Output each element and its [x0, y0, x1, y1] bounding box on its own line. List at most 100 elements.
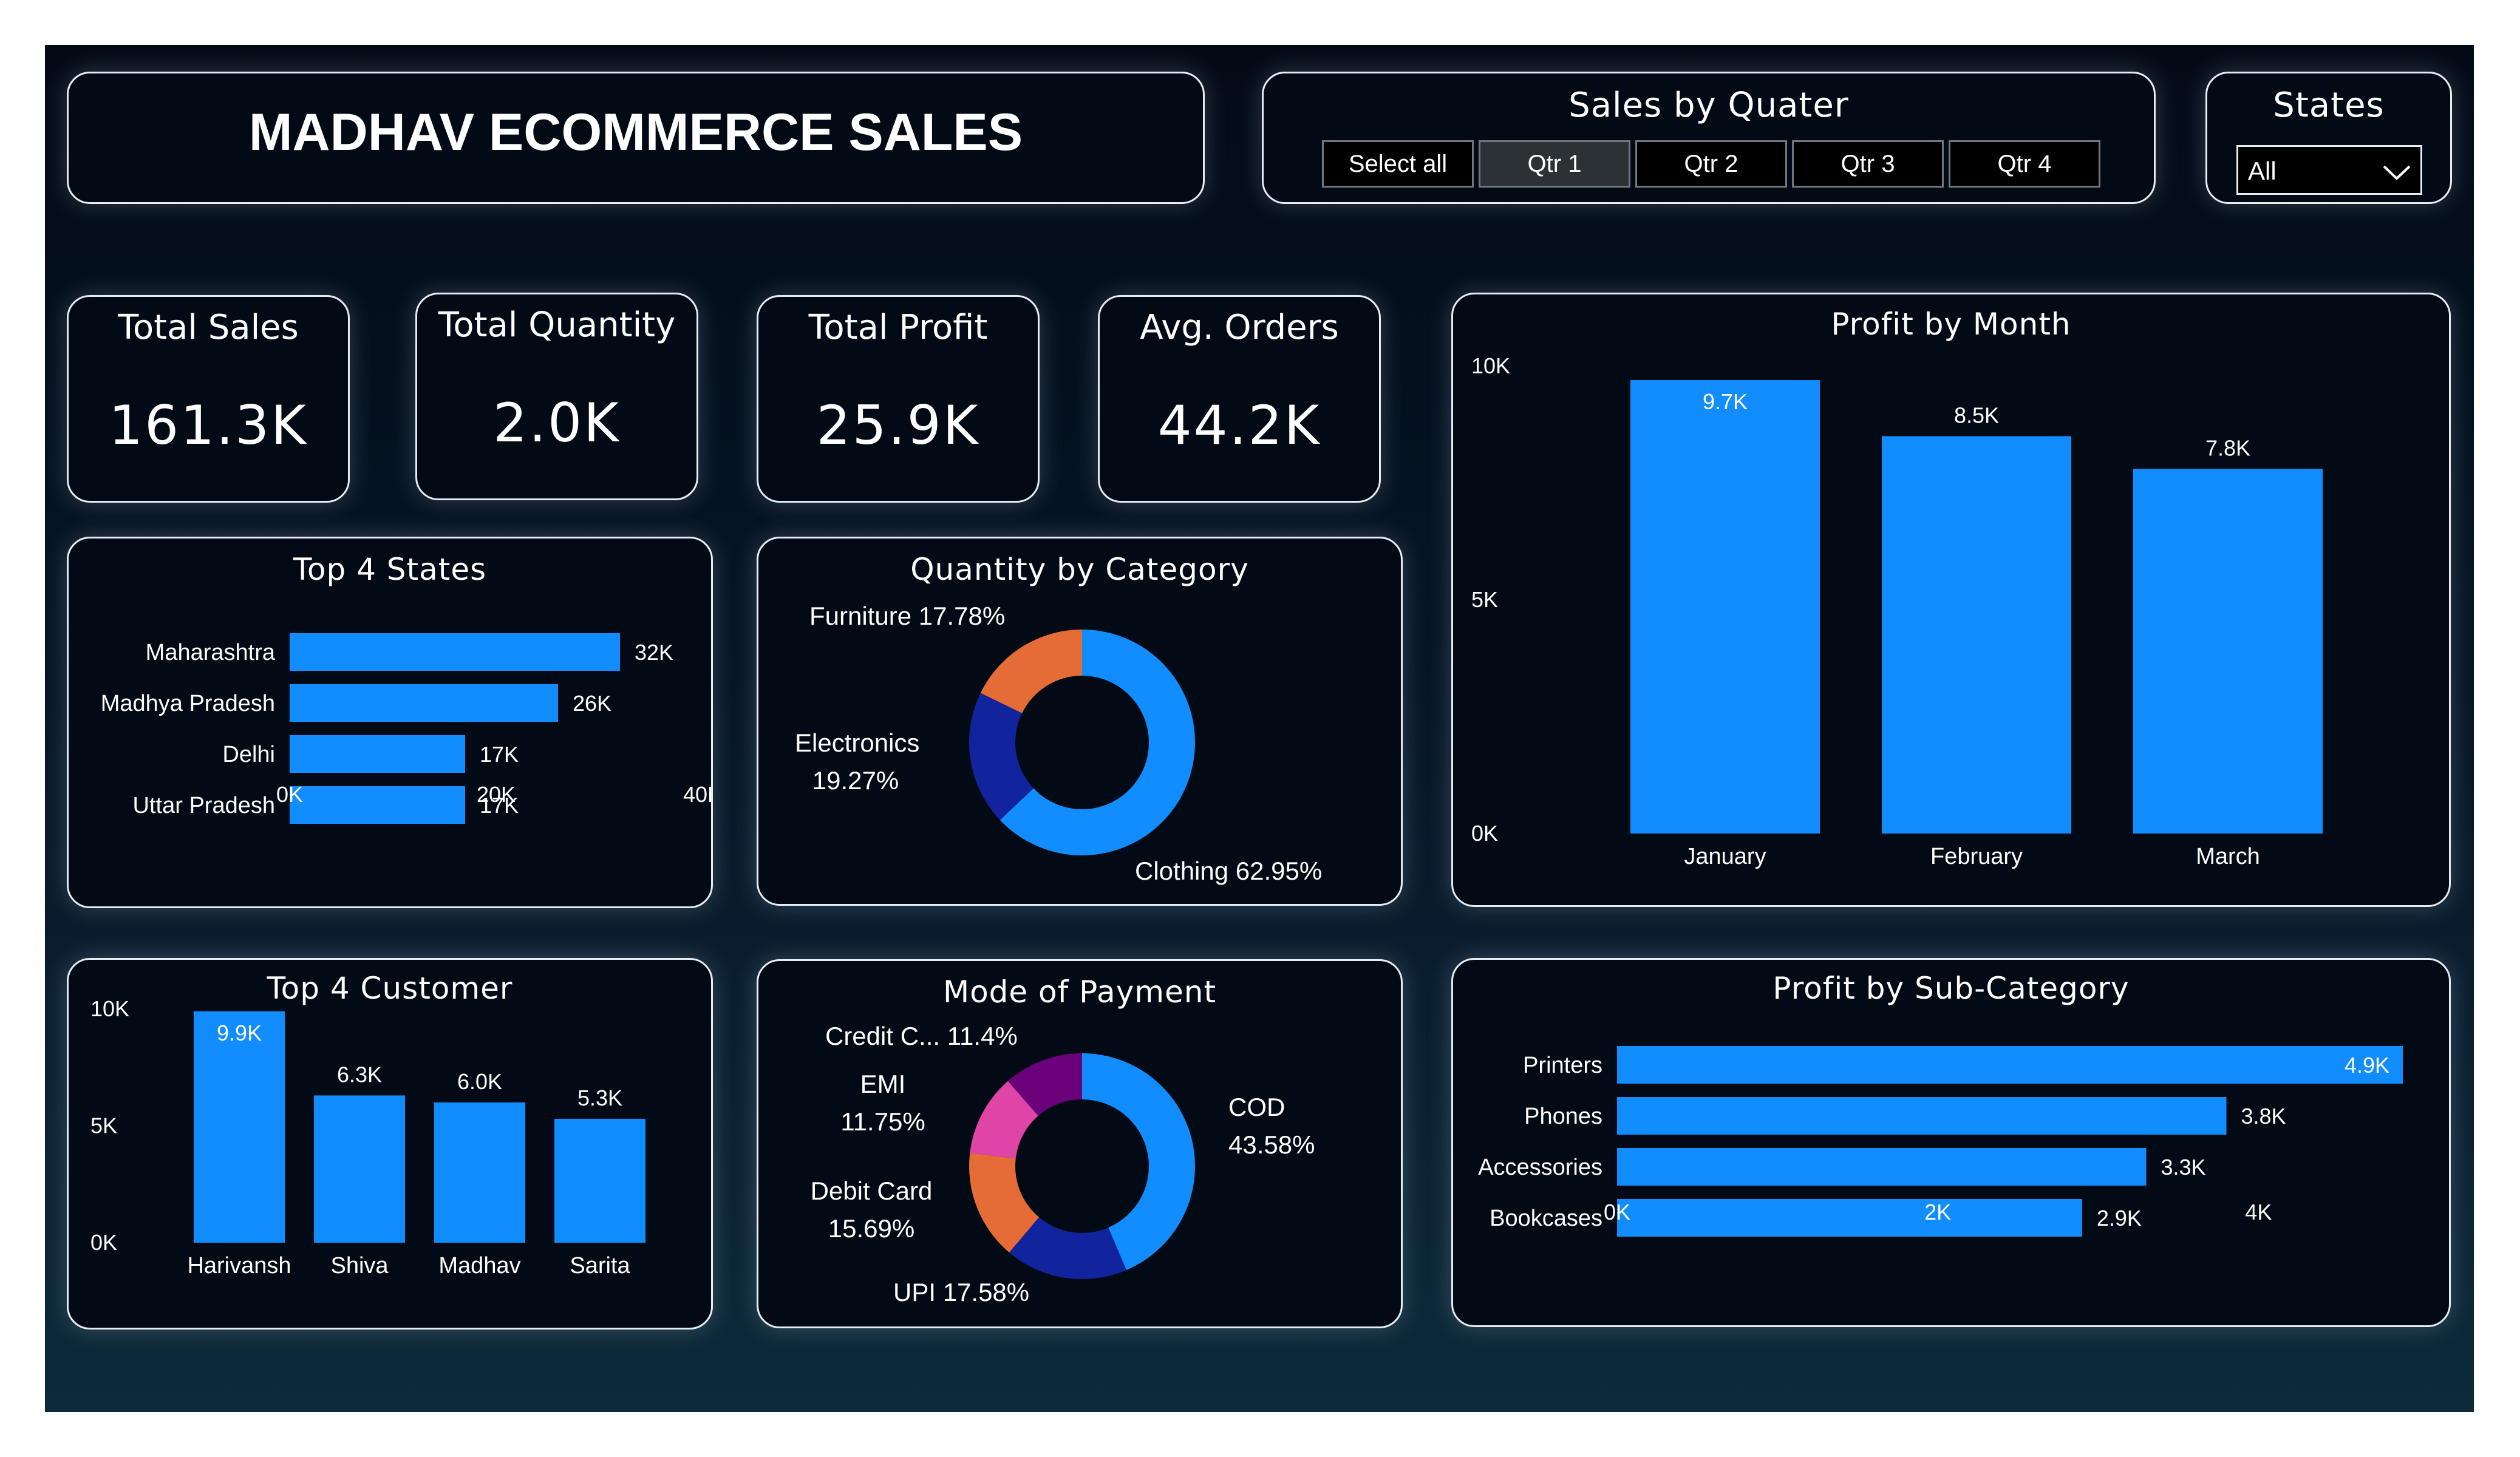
furniture-label: Furniture 17.78%	[809, 602, 1005, 631]
tick-label: 5K	[90, 1113, 117, 1138]
kpi-label: Total Quantity	[438, 305, 676, 345]
upi-label: UPI 17.58%	[893, 1278, 1029, 1307]
kpi-card-total-sales: Total Sales 161.3K	[67, 295, 350, 503]
bar[interactable]	[1630, 380, 1820, 834]
tick-label: 5K	[1471, 587, 1498, 612]
slice-label: Debit Card	[810, 1177, 933, 1205]
tick-label: 40K	[683, 782, 711, 807]
profit-subcategory-panel: Profit by Sub-Category Printers 4.9K Phone…	[1451, 958, 2451, 1327]
category-label: Delhi	[222, 742, 275, 767]
category-label: Accessories	[1478, 1155, 1602, 1180]
data-label: 8.5K	[1954, 403, 1999, 428]
clothing-label: Clothing 62.95%	[1135, 857, 1322, 886]
category-label: Harivansh	[187, 1253, 291, 1279]
tick-label: 0K	[276, 782, 303, 807]
states-dropdown[interactable]: All	[2236, 145, 2422, 195]
category-label: Madhav	[438, 1253, 520, 1279]
category-label: January	[1684, 844, 1766, 869]
states-slicer-title: States	[2273, 86, 2385, 125]
top-customer-panel: Top 4 Customer 0K 5K 10K 9.9K Harivansh 6.3K S…	[67, 958, 713, 1330]
data-label: 6.3K	[337, 1062, 382, 1087]
tick-label: 20K	[477, 782, 516, 807]
category-label: Maharashtra	[146, 640, 276, 665]
slice-pct: 17.78%	[918, 602, 1006, 630]
data-label: 3.8K	[2241, 1104, 2286, 1129]
cod-label: COD 43.58%	[1228, 1089, 1315, 1164]
slice-label: Electronics	[795, 728, 920, 757]
bar[interactable]	[1617, 1097, 2227, 1135]
bar[interactable]	[434, 1102, 525, 1243]
quarter-button-qtr4[interactable]: Qtr 4	[1949, 140, 2100, 188]
bar[interactable]	[314, 1095, 405, 1243]
data-label: 6.0K	[457, 1069, 502, 1094]
tick-label: 2K	[1924, 1200, 1951, 1224]
slice-pct: 11.4%	[947, 1022, 1018, 1050]
quarter-button-qtr3[interactable]: Qtr 3	[1792, 140, 1944, 188]
slice-label: Credit C...	[825, 1022, 941, 1050]
quantity-category-chart	[969, 630, 1195, 855]
bar[interactable]	[290, 633, 620, 671]
kpi-value: 161.3K	[109, 394, 308, 457]
slice-label: Clothing	[1135, 857, 1229, 885]
tick-label: 10K	[90, 1000, 129, 1021]
electronics-label: Electronics 19.27%	[795, 724, 920, 800]
kpi-label: Avg. Orders	[1140, 308, 1339, 347]
debit-card-label: Debit Card 15.69%	[799, 1172, 944, 1248]
quarter-button-qtr1[interactable]: Qtr 1	[1479, 140, 1630, 188]
dashboard-title: MADHAV ECOMMERCE SALES	[248, 103, 1023, 161]
profit-by-subcategory-chart: Printers 4.9K Phones 3.8K Accessories 3.3K Boo…	[1478, 1046, 2403, 1237]
category-label: Phones	[1524, 1104, 1602, 1129]
credit-card-label: Credit C... 11.4%	[825, 1022, 1018, 1051]
chevron-down-icon	[2383, 165, 2411, 180]
quarter-button-qtr2[interactable]: Qtr 2	[1635, 140, 1787, 188]
bar[interactable]	[290, 786, 465, 824]
kpi-label: Total Sales	[118, 308, 299, 347]
tick-label: 0K	[1471, 821, 1498, 846]
top-customer-chart: 0K 5K 10K 9.9K Harivansh 6.3K Shiva 6.0K Madhav 5…	[90, 1000, 645, 1279]
data-label: 7.8K	[2205, 435, 2250, 460]
category-label: Uttar Pradesh	[133, 793, 275, 818]
bar[interactable]	[1882, 436, 2071, 834]
slice-label: Furniture	[809, 602, 912, 630]
bar[interactable]	[194, 1011, 285, 1243]
title-panel: MADHAV ECOMMERCE SALES	[67, 72, 1205, 204]
tick-label: 0K	[1604, 1200, 1630, 1224]
bar[interactable]	[554, 1118, 645, 1243]
category-label: Printers	[1523, 1053, 1602, 1078]
kpi-value: 25.9K	[816, 394, 980, 457]
slice-label: UPI	[893, 1278, 936, 1306]
data-label: 26K	[573, 691, 611, 716]
slice-label: EMI	[860, 1070, 906, 1098]
data-label: 5.3K	[577, 1085, 622, 1110]
category-label: Sarita	[570, 1253, 630, 1279]
quarter-slicer-title: Sales by Quater	[1568, 86, 1849, 125]
data-label: 32K	[635, 640, 673, 665]
bar[interactable]	[290, 735, 465, 773]
slice-pct: 19.27%	[812, 766, 899, 795]
quantity-category-panel: Quantity by Category Furniture 17.78% El…	[757, 537, 1403, 906]
data-label: 4.9K	[2345, 1053, 2389, 1078]
bar[interactable]	[1617, 1148, 2147, 1186]
kpi-label: Total Profit	[808, 308, 988, 347]
slice-pct: 11.75%	[840, 1107, 925, 1136]
kpi-card-total-profit: Total Profit 25.9K	[757, 295, 1040, 503]
category-label: Shiva	[330, 1253, 389, 1279]
quarter-slicer: Sales by Quater Select all Qtr 1 Qtr 2 Q…	[1262, 72, 2156, 204]
kpi-value: 44.2K	[1157, 394, 1321, 457]
bar[interactable]	[1617, 1199, 2082, 1237]
bar[interactable]	[1617, 1046, 2403, 1084]
tick-label: 10K	[1471, 353, 1510, 378]
bar[interactable]	[2133, 469, 2323, 834]
data-label: 9.7K	[1703, 389, 1748, 414]
bar[interactable]	[290, 684, 558, 722]
kpi-value: 2.0K	[493, 392, 621, 454]
quarter-button-select-all[interactable]: Select all	[1322, 140, 1474, 188]
emi-label: EMI 11.75%	[831, 1065, 935, 1141]
category-label: Bookcases	[1490, 1206, 1602, 1231]
kpi-card-total-quantity: Total Quantity 2.0K	[415, 293, 698, 500]
tick-label: 4K	[2245, 1200, 2272, 1224]
states-slicer: States All	[2205, 72, 2452, 204]
slice-pct: 15.69%	[828, 1214, 915, 1243]
profit-month-panel: Profit by Month 0K 5K 10K 9.7K January 8.5K Fe…	[1451, 293, 2451, 907]
top-states-panel: Top 4 States Maharashtra 32K Madhya Prades…	[67, 537, 713, 908]
